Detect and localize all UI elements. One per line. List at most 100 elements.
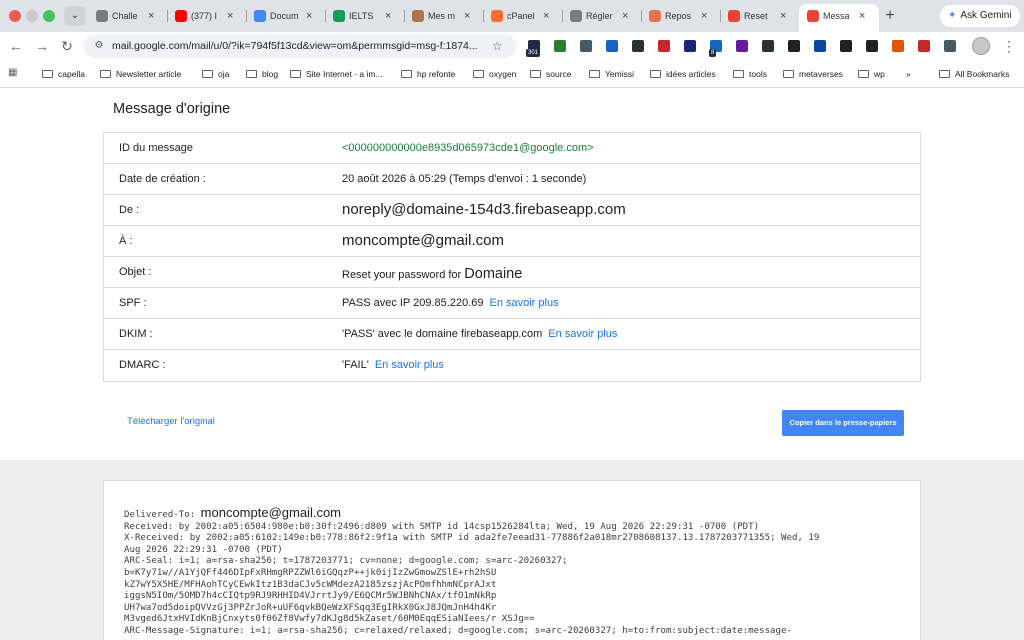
subject-value: Reset your password for Domaine <box>342 266 522 282</box>
profile-avatar[interactable] <box>972 37 990 55</box>
raw-header-line: iggsN5IOm/5OMD7h4cCIQtp9RJ9RHHID4VJrrtJy… <box>124 591 497 602</box>
extension-icon[interactable] <box>762 40 774 52</box>
raw-message-section: Delivered-To: moncompte@gmail.com Receiv… <box>0 460 1024 640</box>
bookmark-item[interactable]: Yemissi <box>589 68 634 82</box>
browser-tab[interactable]: Régler × <box>562 4 642 28</box>
tab-favicon-icon <box>807 10 819 22</box>
reload-icon[interactable]: ↻ <box>57 36 77 56</box>
tab-favicon-icon <box>570 10 582 22</box>
tab-close-icon[interactable]: × <box>464 9 470 23</box>
maximize-window-button[interactable] <box>43 10 55 22</box>
tab-close-icon[interactable]: × <box>701 9 707 23</box>
apps-grid-icon[interactable]: ▦ <box>8 67 17 78</box>
folder-icon <box>783 70 794 78</box>
bookmark-item[interactable]: hp refonte <box>401 68 455 82</box>
bookmark-item[interactable]: blog <box>246 68 278 82</box>
raw-header-line: Received: by 2002:a05:6504:980e:b0:30f:2… <box>124 521 760 532</box>
extension-icon[interactable] <box>892 40 904 52</box>
close-window-button[interactable] <box>9 10 21 22</box>
copy-to-clipboard-button[interactable]: Copier dans le presse-papiers <box>782 410 904 436</box>
address-bar[interactable]: ⚙ mail.google.com/mail/u/0/?ik=794f5f13c… <box>84 34 516 58</box>
dkim-learn-more-link[interactable]: En savoir plus <box>548 328 617 340</box>
bookmark-item[interactable]: oja <box>202 68 229 82</box>
browser-tab[interactable]: cPanel × <box>483 4 563 28</box>
tab-close-icon[interactable]: × <box>859 9 865 23</box>
folder-icon <box>401 70 412 78</box>
delivered-to-address: moncompte@gmail.com <box>200 505 342 520</box>
forward-arrow-icon[interactable]: → <box>32 36 52 56</box>
bookmark-item[interactable]: metaverses <box>783 68 843 82</box>
bookmark-star-icon[interactable]: ☆ <box>492 38 503 54</box>
url-text[interactable]: mail.google.com/mail/u/0/?ik=794f5f13cd&… <box>112 39 492 53</box>
folder-icon <box>858 70 869 78</box>
tab-close-icon[interactable]: × <box>306 9 312 23</box>
folder-icon <box>650 70 661 78</box>
extension-icon[interactable] <box>944 40 956 52</box>
dmarc-learn-more-link[interactable]: En savoir plus <box>375 359 444 371</box>
spf-learn-more-link[interactable]: En savoir plus <box>489 297 558 309</box>
extension-icon[interactable] <box>840 40 852 52</box>
bookmark-item[interactable]: wp <box>858 68 885 82</box>
tab-close-icon[interactable]: × <box>543 9 549 23</box>
tab-strip: ⌄ Challe × (377) I × Docum × IELTS × Mes m × cPane… <box>0 0 1024 32</box>
extension-icon[interactable] <box>866 40 878 52</box>
bookmark-item[interactable]: idées articles <box>650 68 716 82</box>
tab-close-icon[interactable]: × <box>780 9 786 23</box>
bookmark-label: blog <box>262 69 279 79</box>
tab-close-icon[interactable]: × <box>148 9 154 23</box>
ask-gemini-button[interactable]: ✦ Ask Gemini <box>940 5 1020 27</box>
more-bookmarks-chevron-icon[interactable]: » <box>906 68 911 82</box>
row-message-id: ID du message <000000000000e8935d065973c… <box>104 133 920 164</box>
row-label: À : <box>119 235 133 247</box>
tab-search-chevron-icon[interactable]: ⌄ <box>64 6 86 26</box>
extension-icon[interactable] <box>736 40 748 52</box>
browser-tab[interactable]: Docum × <box>246 4 326 28</box>
tab-favicon-icon <box>649 10 661 22</box>
all-bookmarks-label: All Bookmarks <box>955 69 1010 79</box>
browser-tab[interactable]: (377) I × <box>167 4 247 28</box>
browser-tab[interactable]: IELTS × <box>325 4 405 28</box>
message-id-value: <000000000000e8935d065973cde1@google.com… <box>342 142 594 154</box>
minimize-window-button[interactable] <box>26 10 38 22</box>
raw-message-card: Delivered-To: moncompte@gmail.com Receiv… <box>103 480 921 640</box>
row-label: DKIM : <box>119 328 153 340</box>
folder-icon <box>42 70 53 78</box>
to-value: moncompte@gmail.com <box>342 232 504 249</box>
browser-tab[interactable]: Reset × <box>720 4 800 28</box>
download-original-link[interactable]: Télécharger l'original <box>127 416 215 427</box>
extension-icon[interactable] <box>554 40 566 52</box>
bookmark-item[interactable]: capella <box>42 68 85 82</box>
more-menu-icon[interactable]: ⋮ <box>1002 36 1016 56</box>
extension-icon[interactable] <box>814 40 826 52</box>
back-arrow-icon[interactable]: ← <box>6 36 26 56</box>
new-tab-button[interactable]: + <box>880 6 900 26</box>
tab-close-icon[interactable]: × <box>385 9 391 23</box>
spf-result: PASS avec IP 209.85.220.69 <box>342 297 484 309</box>
bookmark-item[interactable]: oxygen <box>473 68 516 82</box>
raw-headers-text[interactable]: Delivered-To: moncompte@gmail.com Receiv… <box>124 505 914 638</box>
extension-icon[interactable] <box>580 40 592 52</box>
extension-icon[interactable] <box>658 40 670 52</box>
row-dkim: DKIM : 'PASS' avec le domaine firebaseap… <box>104 319 920 350</box>
browser-tab[interactable]: Repos × <box>641 4 721 28</box>
gemini-sparkle-icon: ✦ <box>948 10 957 21</box>
site-settings-icon[interactable]: ⚙ <box>92 39 106 53</box>
extension-icon[interactable] <box>606 40 618 52</box>
browser-tab[interactable]: Mes m × <box>404 4 484 28</box>
tab-favicon-icon <box>254 10 266 22</box>
bookmark-item[interactable]: tools <box>733 68 767 82</box>
dkim-value: 'PASS' avec le domaine firebaseapp.com En… <box>342 328 617 340</box>
all-bookmarks-item[interactable]: All Bookmarks <box>939 68 1009 82</box>
bookmark-item[interactable]: Site Internet - a im... <box>290 68 383 82</box>
extension-icon[interactable] <box>918 40 930 52</box>
extension-icon[interactable] <box>684 40 696 52</box>
browser-tab[interactable]: Challe × <box>88 4 168 28</box>
browser-tab[interactable]: Messa × <box>799 4 879 32</box>
tab-title: Repos <box>665 11 692 21</box>
tab-close-icon[interactable]: × <box>622 9 628 23</box>
extension-icon[interactable] <box>632 40 644 52</box>
tab-close-icon[interactable]: × <box>227 9 233 23</box>
extension-icon[interactable] <box>788 40 800 52</box>
bookmark-item[interactable]: Newsletter article <box>100 68 181 82</box>
bookmark-item[interactable]: source <box>530 68 572 82</box>
